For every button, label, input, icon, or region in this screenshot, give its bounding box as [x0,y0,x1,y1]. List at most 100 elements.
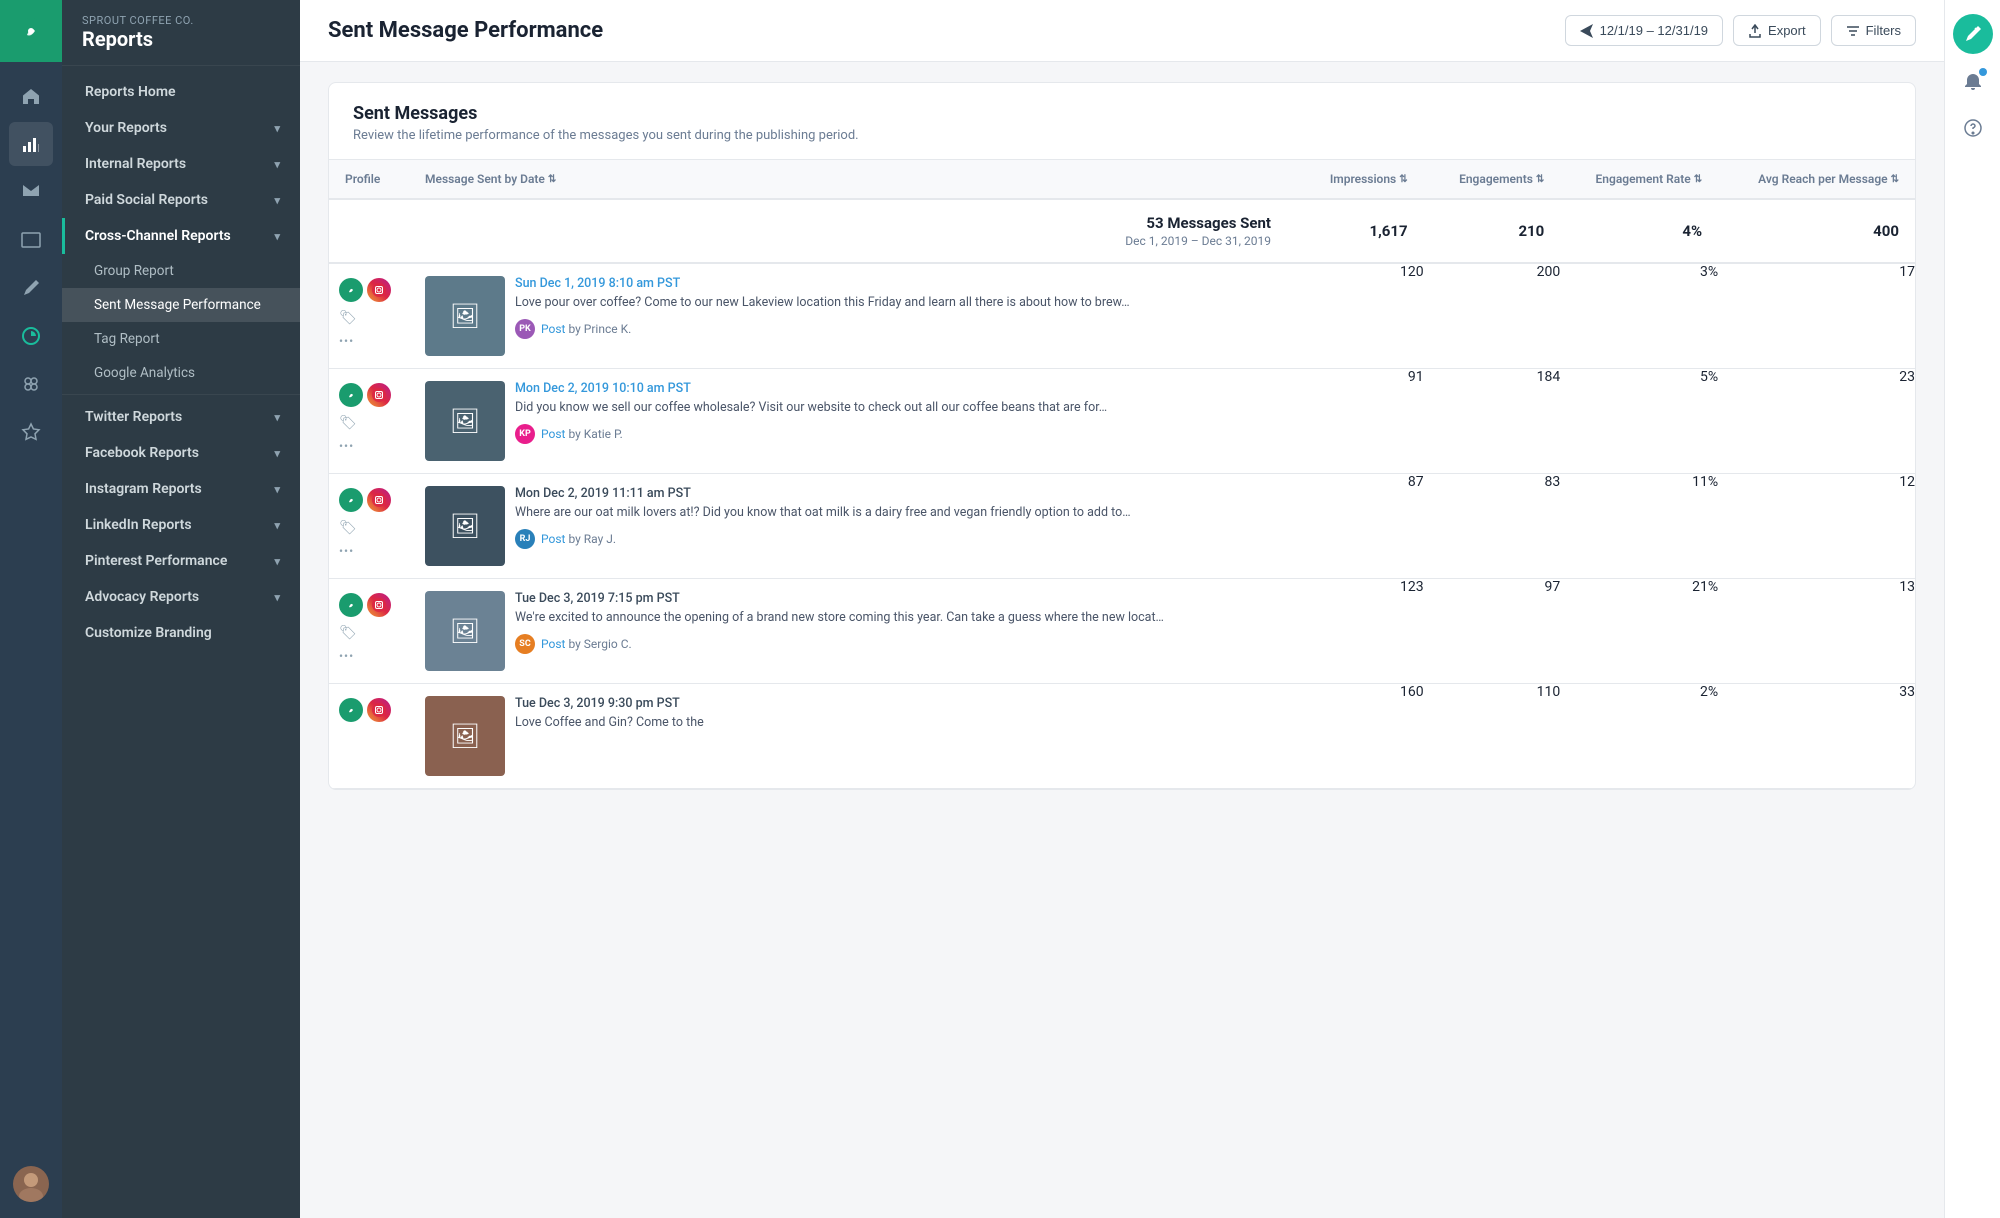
tag-icon-3[interactable]: 🏷 [339,520,357,536]
sidebar-item-google-analytics[interactable]: Google Analytics [62,356,300,390]
nav-label-instagram: Instagram Reports [85,481,202,497]
nav-label-tag-report: Tag Report [94,331,160,347]
tag-icon-4[interactable]: 🏷 [339,625,357,641]
rail-tasks-icon[interactable] [9,218,53,262]
tag-icon-1[interactable]: 🏷 [339,310,357,326]
row5-impressions: 160 [1287,684,1424,789]
logo-area[interactable] [0,0,62,62]
rail-analytics-icon[interactable] [9,314,53,358]
instagram-icon-3 [367,488,391,512]
row1-author-link[interactable]: Post [541,322,565,336]
row1-icons-cell: 🏷 ••• [329,263,409,369]
row2-date[interactable]: Mon Dec 2, 2019 10:10 am PST [515,381,1271,396]
date-range-button[interactable]: 12/1/19 – 12/31/19 [1565,15,1723,46]
send-icon [1580,24,1594,38]
performance-table: Profile Message Sent by Date ⇅ Impressio… [329,160,1915,789]
rail-home-icon[interactable] [9,74,53,118]
sidebar-item-pinterest[interactable]: Pinterest Performance ▾ [62,543,300,579]
row4-content-cell: 🖼 Tue Dec 3, 2019 7:15 pm PST We're exci… [409,579,1287,684]
rail-apps-icon[interactable] [9,362,53,406]
export-label: Export [1768,23,1806,38]
row2-text: Did you know we sell our coffee wholesal… [515,399,1271,418]
row2-author: KP Post by Katie P. [515,424,1271,444]
sent-messages-card: Sent Messages Review the lifetime perfor… [328,82,1916,790]
nav-label-your-reports: Your Reports [85,120,167,136]
row1-avatar: PK [515,319,535,339]
sidebar-item-sent-message-performance[interactable]: Sent Message Performance [62,288,300,322]
nav-label-advocacy: Advocacy Reports [85,589,199,605]
sidebar-item-cross-channel[interactable]: Cross-Channel Reports ▾ [62,218,300,254]
sidebar-item-group-report[interactable]: Group Report [62,254,300,288]
rail-user-avatar[interactable] [13,1166,49,1202]
more-icon-2[interactable]: ••• [339,439,354,453]
row4-author-link[interactable]: Post [541,637,565,651]
row3-text: Where are our oat milk lovers at!? Did y… [515,504,1271,523]
table-row: 🏷 ••• 🖼 Tue Dec 3, 2019 7:15 pm PST [329,579,1915,684]
rail-messages-icon[interactable] [9,170,53,214]
help-icon[interactable] [1955,110,1991,146]
nav-label-group-report: Group Report [94,263,174,279]
rail-reports-icon[interactable] [9,122,53,166]
th-message[interactable]: Message Sent by Date ⇅ [409,160,1287,199]
sidebar-item-reports-home[interactable]: Reports Home [62,74,300,110]
sidebar-item-instagram[interactable]: Instagram Reports ▾ [62,471,300,507]
sidebar-item-customize-branding[interactable]: Customize Branding [62,615,300,651]
notification-badge [1979,68,1987,76]
more-icon-3[interactable]: ••• [339,544,354,558]
tag-icon-2[interactable]: 🏷 [339,415,357,431]
notification-icon[interactable] [1955,64,1991,100]
th-impressions[interactable]: Impressions ⇅ [1287,160,1424,199]
table-row: 🏷 ••• 🖼 Mon Dec 2, 2019 11:11 am PST [329,474,1915,579]
row4-avg-reach: 13 [1718,579,1915,684]
row2-thumbnail: 🖼 [425,381,505,461]
rail-star-icon[interactable] [9,410,53,454]
filters-button[interactable]: Filters [1831,15,1916,46]
row3-avatar: RJ [515,529,535,549]
row4-text: We're excited to announce the opening of… [515,609,1271,628]
row3-author-label: Post by Ray J. [541,532,616,546]
instagram-icon-2 [367,383,391,407]
row2-author-link[interactable]: Post [541,427,565,441]
row4-date: Tue Dec 3, 2019 7:15 pm PST [515,591,1271,606]
row5-text: Love Coffee and Gin? Come to the [515,714,1271,733]
nav-label-linkedin: LinkedIn Reports [85,517,192,533]
sidebar-item-linkedin[interactable]: LinkedIn Reports ▾ [62,507,300,543]
row4-engagements: 97 [1424,579,1561,684]
more-icon-1[interactable]: ••• [339,334,354,348]
row2-impressions: 91 [1287,369,1424,474]
sidebar-item-facebook[interactable]: Facebook Reports ▾ [62,435,300,471]
sidebar-item-advocacy[interactable]: Advocacy Reports ▾ [62,579,300,615]
row2-avg-reach: 23 [1718,369,1915,474]
sort-engagements-icon: ⇅ [1536,174,1544,185]
th-engagements[interactable]: Engagements ⇅ [1424,160,1561,199]
row2-icons-cell: 🏷 ••• [329,369,409,474]
row1-date[interactable]: Sun Dec 1, 2019 8:10 am PST [515,276,1271,291]
th-avg-reach[interactable]: Avg Reach per Message ⇅ [1718,160,1915,199]
nav-label-twitter: Twitter Reports [85,409,182,425]
sort-impressions-icon: ⇅ [1399,174,1407,185]
sidebar-item-paid-social[interactable]: Paid Social Reports ▾ [62,182,300,218]
sort-avg-reach-icon: ⇅ [1891,174,1899,185]
row5-engagement-rate: 2% [1560,684,1718,789]
instagram-icon-4 [367,593,391,617]
sidebar-item-your-reports[interactable]: Your Reports ▾ [62,110,300,146]
more-icon-4[interactable]: ••• [339,649,354,663]
row3-icons-cell: 🏷 ••• [329,474,409,579]
export-button[interactable]: Export [1733,15,1821,46]
page-title: Sent Message Performance [328,18,603,43]
compose-button[interactable] [1953,14,1993,54]
th-engagement-rate[interactable]: Engagement Rate ⇅ [1560,160,1718,199]
summary-message-cell: 53 Messages Sent Dec 1, 2019 – Dec 31, 2… [409,199,1287,263]
chevron-linkedin-icon: ▾ [274,519,280,532]
chevron-instagram-icon: ▾ [274,483,280,496]
row3-author-link[interactable]: Post [541,532,565,546]
row2-engagement-rate: 5% [1560,369,1718,474]
sidebar-item-internal-reports[interactable]: Internal Reports ▾ [62,146,300,182]
nav-label-pinterest: Pinterest Performance [85,553,227,569]
rail-compose-icon[interactable] [9,266,53,310]
row4-impressions: 123 [1287,579,1424,684]
table-header: Profile Message Sent by Date ⇅ Impressio… [329,160,1915,199]
sidebar-item-twitter[interactable]: Twitter Reports ▾ [62,399,300,435]
sidebar-item-tag-report[interactable]: Tag Report [62,322,300,356]
row4-icons-cell: 🏷 ••• [329,579,409,684]
